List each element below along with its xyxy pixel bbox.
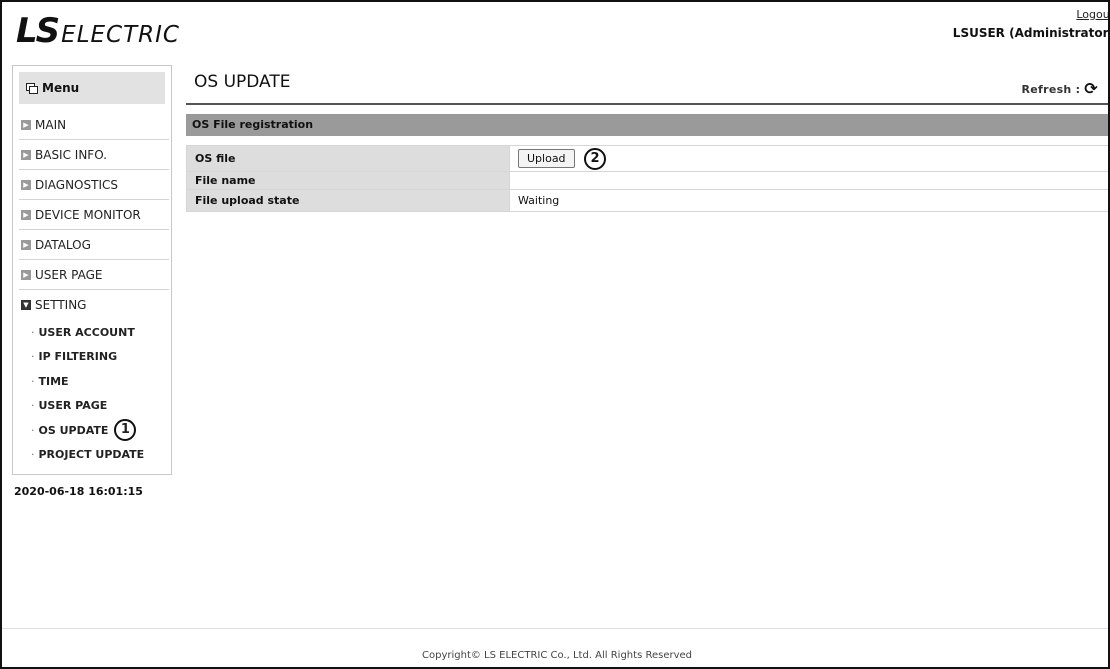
callout-marker-1: 1 — [114, 419, 137, 442]
submenu-item-time[interactable]: · TIME — [31, 369, 169, 394]
sidebar-item-user-page[interactable]: ▶ USER PAGE — [19, 260, 169, 290]
chevron-right-icon: ▶ — [21, 149, 31, 160]
chevron-right-icon: ▶ — [21, 179, 31, 190]
sidebar-item-label: DATALOG — [35, 237, 91, 252]
menu-title: Menu — [42, 81, 80, 95]
sidebar-item-label: USER PAGE — [35, 267, 103, 282]
bullet-icon: · — [31, 423, 35, 437]
refresh-icon[interactable]: ⟳ — [1084, 81, 1098, 97]
os-file-label: OS file — [186, 145, 510, 172]
upload-state-value: Waiting — [509, 189, 1108, 212]
page-title: OS UPDATE — [194, 72, 291, 92]
menu-header: Menu — [19, 72, 165, 104]
file-name-value — [509, 171, 1108, 190]
chevron-right-icon: ▶ — [21, 269, 31, 280]
upload-button[interactable]: Upload — [518, 149, 575, 168]
footer-divider — [2, 628, 1108, 629]
form-row-upload-state: File upload state Waiting — [186, 189, 1108, 212]
submenu-item-label: USER PAGE — [38, 399, 108, 413]
footer-copyright: Copyright© LS ELECTRIC Co., Ltd. All Rig… — [422, 650, 692, 661]
sidebar-item-basic-info[interactable]: ▶ BASIC INFO. — [19, 140, 169, 170]
submenu-item-label: TIME — [38, 374, 69, 388]
sidebar-item-diagnostics[interactable]: ▶ DIAGNOSTICS — [19, 170, 169, 200]
chevron-right-icon: ▶ — [21, 209, 31, 220]
sidebar-item-main[interactable]: ▶ MAIN — [19, 110, 169, 140]
bullet-icon: · — [31, 325, 35, 339]
submenu-item-user-page[interactable]: · USER PAGE — [31, 394, 169, 419]
sidebar-item-label: DEVICE MONITOR — [35, 207, 141, 222]
upload-state-label: File upload state — [186, 189, 510, 212]
header: LS ELECTRIC Logout LSUSER (Administrator… — [2, 2, 1108, 54]
form-row-os-file: OS file Upload 2 — [186, 145, 1108, 172]
menu-icon — [26, 82, 38, 94]
ls-electric-logo: LS ELECTRIC — [16, 12, 180, 48]
bullet-icon: · — [31, 350, 35, 364]
bullet-icon: · — [31, 374, 35, 388]
sidebar-item-label: SETTING — [35, 298, 87, 312]
refresh-label: Refresh — [1021, 82, 1072, 96]
logout-link[interactable]: Logout — [1076, 8, 1108, 21]
current-user: LSUSER (Administrator) — [952, 26, 1110, 40]
file-name-label: File name — [186, 171, 510, 190]
system-timestamp: 2020-06-18 16:01:15 — [14, 485, 143, 498]
sidebar-item-label: MAIN — [35, 117, 67, 132]
os-file-form: OS file Upload 2 File name File upload s… — [186, 145, 1108, 212]
sidebar-item-label: BASIC INFO. — [35, 147, 107, 162]
submenu-item-label: USER ACCOUNT — [38, 325, 135, 339]
chevron-right-icon: ▶ — [21, 239, 31, 250]
app-frame: LS ELECTRIC Logout LSUSER (Administrator… — [0, 0, 1110, 669]
chevron-down-icon: ▼ — [21, 300, 31, 310]
submenu-item-os-update[interactable]: · OS UPDATE 1 — [31, 418, 169, 443]
setting-submenu: · USER ACCOUNT · IP FILTERING · TIME · U… — [31, 320, 169, 467]
sidebar-item-datalog[interactable]: ▶ DATALOG — [19, 230, 169, 260]
bullet-icon: · — [31, 399, 35, 413]
submenu-item-ip-filtering[interactable]: · IP FILTERING — [31, 345, 169, 370]
chevron-right-icon: ▶ — [21, 119, 31, 130]
sidebar-nav: ▶ MAIN ▶ BASIC INFO. ▶ DIAGNOSTICS ▶ DEV… — [19, 110, 169, 467]
sidebar-item-device-monitor[interactable]: ▶ DEVICE MONITOR — [19, 200, 169, 230]
callout-marker-2: 2 — [584, 147, 607, 170]
sidebar-item-label: DIAGNOSTICS — [35, 177, 118, 192]
submenu-item-label: IP FILTERING — [38, 350, 118, 364]
submenu-item-project-update[interactable]: · PROJECT UPDATE — [31, 443, 169, 468]
submenu-item-label: OS UPDATE — [38, 423, 109, 437]
section-header: OS File registration — [186, 114, 1108, 136]
logo-ls-text: LS — [16, 11, 60, 51]
os-file-value: Upload 2 — [509, 145, 1108, 172]
form-row-file-name: File name — [186, 171, 1108, 190]
sidebar-item-setting[interactable]: ▼ SETTING — [19, 290, 169, 320]
bullet-icon: · — [31, 448, 35, 462]
refresh-separator: : — [1075, 82, 1081, 96]
title-divider — [186, 103, 1108, 105]
refresh-button[interactable]: Refresh : ⟳ — [1021, 81, 1098, 97]
sidebar: Menu ▶ MAIN ▶ BASIC INFO. ▶ DIAGNOSTICS … — [12, 65, 172, 475]
logo-electric-text: ELECTRIC — [61, 22, 180, 48]
submenu-item-user-account[interactable]: · USER ACCOUNT — [31, 320, 169, 345]
submenu-item-label: PROJECT UPDATE — [38, 448, 145, 462]
